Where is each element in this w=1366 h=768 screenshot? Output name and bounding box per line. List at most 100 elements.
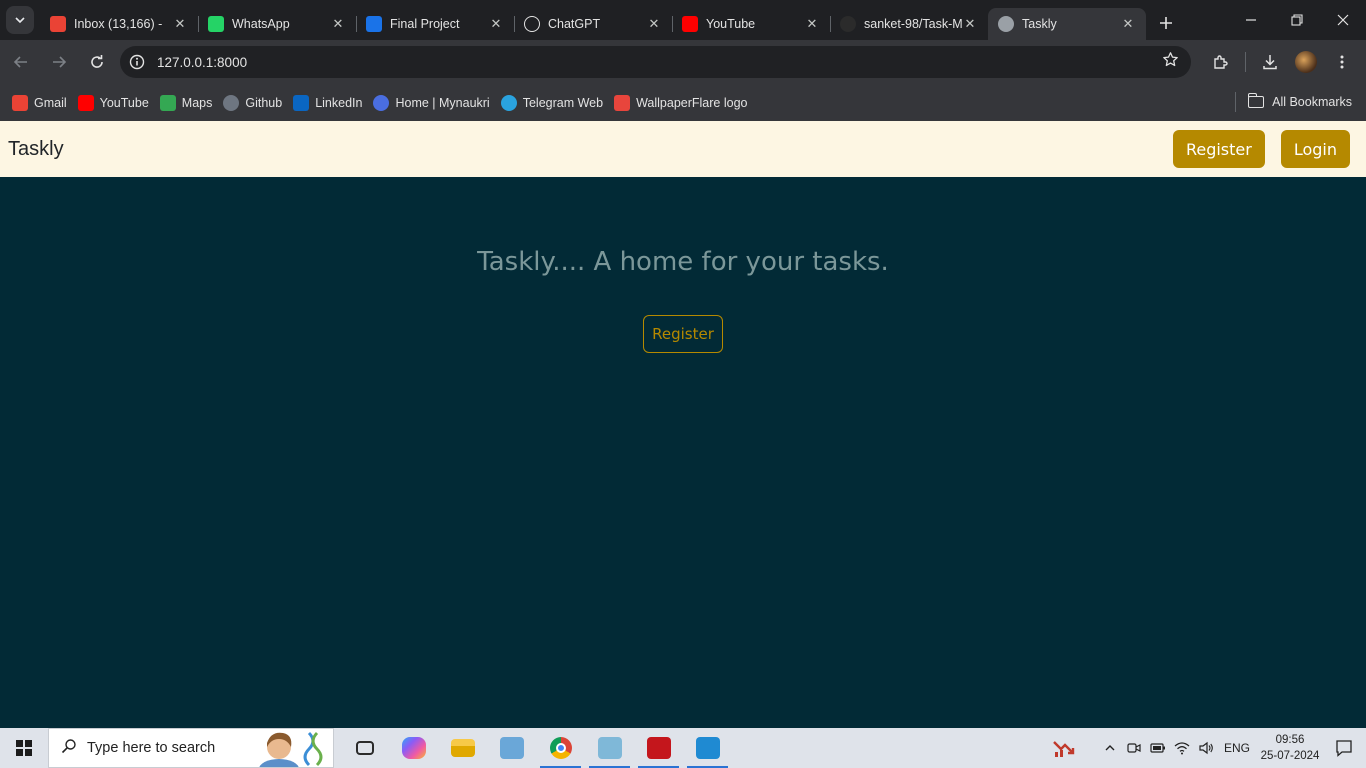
minimize-icon bbox=[1246, 19, 1256, 21]
browser-tab[interactable]: sanket-98/Task-M ✕ bbox=[830, 8, 988, 40]
bookmark-item[interactable]: Home | Mynaukri bbox=[369, 89, 496, 117]
battery-icon[interactable] bbox=[1146, 742, 1170, 754]
taskbar-app[interactable] bbox=[634, 728, 683, 768]
forward-button[interactable] bbox=[42, 45, 76, 79]
close-icon[interactable]: ✕ bbox=[172, 16, 188, 32]
language-indicator[interactable]: ENG bbox=[1224, 741, 1250, 755]
taskbar-app[interactable] bbox=[438, 728, 487, 768]
copilot-icon bbox=[401, 737, 426, 759]
bookmark-item[interactable]: Telegram Web bbox=[497, 89, 610, 117]
star-icon bbox=[1162, 52, 1178, 67]
browser-tab-strip: Inbox (13,166) - ✕ WhatsApp ✕ Final Project ✕… bbox=[0, 0, 1366, 40]
address-bar[interactable]: 127.0.0.1:8000 bbox=[120, 46, 1191, 78]
task-view-icon bbox=[355, 741, 374, 755]
bookmark-item[interactable]: YouTube bbox=[74, 89, 156, 117]
all-bookmarks-button[interactable]: All Bookmarks bbox=[1235, 88, 1352, 116]
system-tray: ENG 09:56 25-07-2024 bbox=[1044, 728, 1366, 768]
new-tab-button[interactable] bbox=[1152, 9, 1180, 37]
taskbar-app[interactable] bbox=[683, 728, 732, 768]
chrome-center-icon bbox=[555, 743, 566, 753]
notifications-button[interactable] bbox=[1322, 739, 1366, 757]
bookmark-item[interactable]: Maps bbox=[156, 89, 220, 117]
browser-tab[interactable]: Inbox (13,166) - ✕ bbox=[40, 8, 198, 40]
clock-date: 25-07-2024 bbox=[1260, 750, 1320, 762]
site-navbar: Taskly Register Login bbox=[0, 121, 1366, 177]
site-info-button[interactable] bbox=[122, 47, 152, 77]
search-placeholder: Type here to search bbox=[87, 740, 216, 756]
vscode-icon bbox=[695, 737, 720, 759]
bookmark-label: WallpaperFlare logo bbox=[636, 95, 748, 110]
maps-icon bbox=[159, 94, 176, 111]
taskbar-app[interactable] bbox=[487, 728, 536, 768]
info-icon bbox=[129, 54, 145, 70]
bookmark-item[interactable]: Gmail bbox=[8, 89, 74, 117]
browser-tab[interactable]: WhatsApp ✕ bbox=[198, 8, 356, 40]
acrobat-icon bbox=[646, 737, 671, 759]
bookmark-item[interactable]: LinkedIn bbox=[289, 89, 369, 117]
taskbar-app[interactable] bbox=[389, 728, 438, 768]
bookmark-item[interactable]: WallpaperFlare logo bbox=[610, 89, 754, 117]
wallpaperflare-icon bbox=[614, 94, 631, 111]
linkedin-icon bbox=[293, 94, 310, 111]
close-icon[interactable]: ✕ bbox=[804, 16, 820, 32]
all-bookmarks-label: All Bookmarks bbox=[1272, 95, 1352, 109]
tab-title: ChatGPT bbox=[548, 17, 601, 31]
meet-now-icon[interactable] bbox=[1122, 741, 1146, 755]
downloads-button[interactable] bbox=[1252, 44, 1288, 80]
puzzle-icon bbox=[1214, 55, 1228, 69]
chatgpt-icon bbox=[524, 16, 540, 32]
close-icon[interactable]: ✕ bbox=[962, 16, 978, 32]
chrome-icon bbox=[549, 737, 572, 759]
search-icon bbox=[61, 738, 81, 759]
close-icon[interactable]: ✕ bbox=[646, 16, 662, 32]
tab-title: Taskly bbox=[1022, 17, 1057, 31]
hero-section: Taskly.... A home for your tasks. Regist… bbox=[0, 177, 1366, 728]
windows-logo-icon bbox=[16, 740, 32, 756]
bookmarks-separator bbox=[1235, 92, 1237, 112]
stock-widget-icon[interactable] bbox=[1044, 738, 1084, 758]
folder-icon bbox=[1247, 93, 1265, 108]
browser-tab[interactable]: ChatGPT ✕ bbox=[514, 8, 672, 40]
chevron-up-icon bbox=[1105, 745, 1115, 751]
taskbar-search-box[interactable]: Type here to search bbox=[48, 728, 334, 768]
browser-tab[interactable]: YouTube ✕ bbox=[672, 8, 830, 40]
notification-icon bbox=[1336, 740, 1352, 757]
taskbar-app[interactable] bbox=[585, 728, 634, 768]
hero-title: Taskly.... A home for your tasks. bbox=[477, 247, 889, 277]
tab-search-button[interactable] bbox=[6, 6, 34, 34]
volume-icon[interactable] bbox=[1194, 741, 1218, 755]
toolbar-separator bbox=[1245, 52, 1246, 72]
close-icon[interactable]: ✕ bbox=[330, 16, 346, 32]
arrow-left-icon bbox=[13, 56, 27, 68]
naukri-icon bbox=[373, 94, 390, 111]
youtube-icon bbox=[682, 16, 698, 32]
bookmark-star-button[interactable] bbox=[1155, 51, 1185, 73]
navbar-register-button[interactable]: Register bbox=[1172, 130, 1265, 168]
site-brand[interactable]: Taskly bbox=[8, 138, 64, 161]
navbar-actions: Register Login bbox=[1172, 130, 1350, 168]
download-icon bbox=[1263, 55, 1277, 70]
close-icon[interactable]: ✕ bbox=[488, 16, 504, 32]
wifi-icon[interactable] bbox=[1170, 741, 1194, 755]
close-icon[interactable]: ✕ bbox=[1120, 16, 1136, 32]
chrome-menu-button[interactable] bbox=[1324, 44, 1360, 80]
url-text[interactable]: 127.0.0.1:8000 bbox=[157, 55, 1155, 70]
minimize-button[interactable] bbox=[1228, 0, 1274, 40]
profile-button[interactable] bbox=[1288, 44, 1324, 80]
close-window-button[interactable] bbox=[1320, 0, 1366, 40]
reload-button[interactable] bbox=[80, 45, 114, 79]
start-button[interactable] bbox=[0, 728, 48, 768]
browser-tab[interactable]: Final Project ✕ bbox=[356, 8, 514, 40]
bookmark-item[interactable]: Github bbox=[219, 89, 289, 117]
tab-title: Inbox (13,166) - bbox=[74, 17, 163, 31]
restore-button[interactable] bbox=[1274, 0, 1320, 40]
clock[interactable]: 09:56 25-07-2024 bbox=[1258, 732, 1322, 764]
hero-register-button[interactable]: Register bbox=[643, 315, 723, 353]
taskbar-app[interactable] bbox=[340, 728, 389, 768]
back-button[interactable] bbox=[4, 45, 38, 79]
navbar-login-button[interactable]: Login bbox=[1280, 130, 1350, 168]
show-hidden-icons-button[interactable] bbox=[1098, 742, 1122, 754]
taskbar-app[interactable] bbox=[536, 728, 585, 768]
extensions-button[interactable] bbox=[1203, 44, 1239, 80]
browser-tab[interactable]: Taskly ✕ bbox=[988, 8, 1146, 40]
